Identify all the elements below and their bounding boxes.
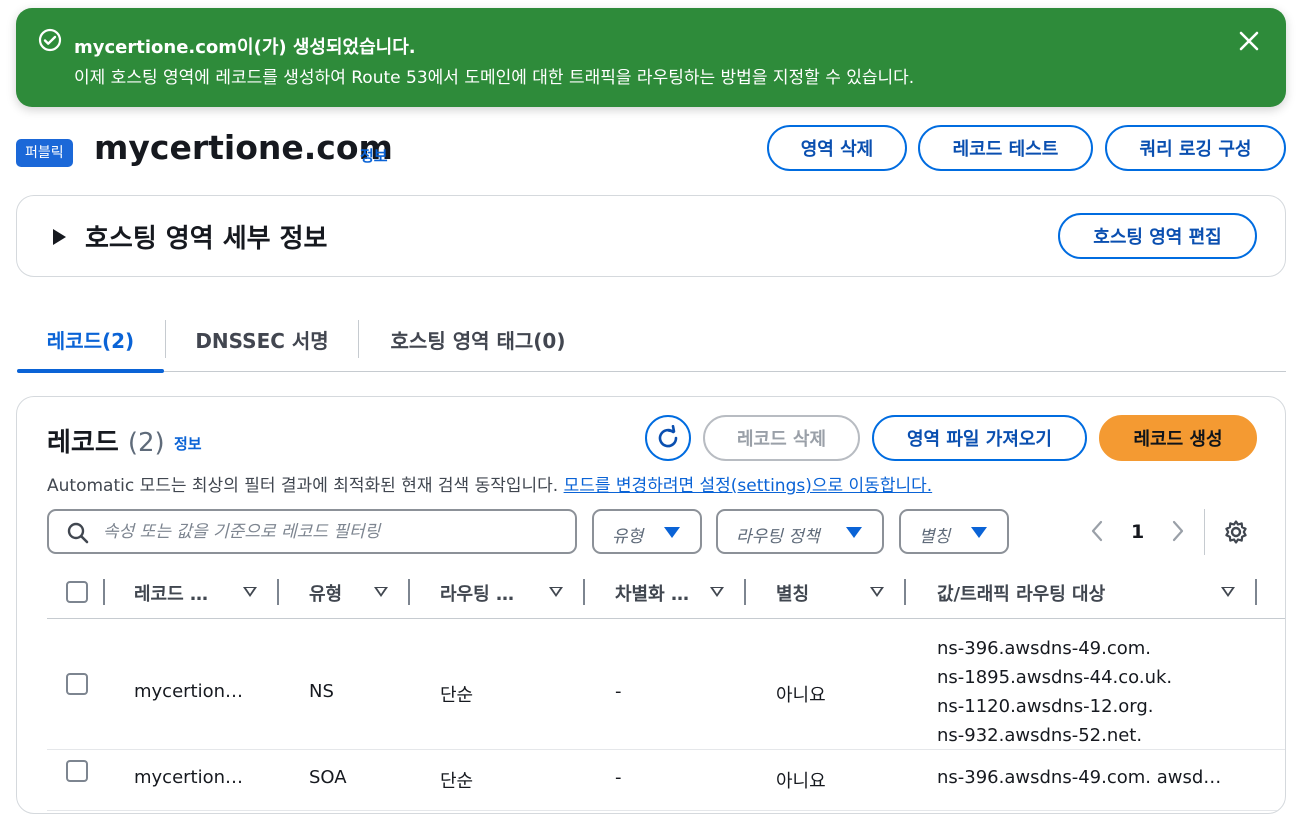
check-circle-icon [38, 28, 62, 52]
details-heading[interactable]: 호스팅 영역 세부 정보 [85, 218, 327, 255]
settings-link[interactable]: 모드를 변경하려면 설정(settings)으로 이동합니다. [564, 476, 933, 496]
record-name-cell[interactable]: mycertion… [134, 681, 243, 702]
record-filter-search[interactable] [47, 509, 577, 554]
value-line: ns-1120.awsdns-12.org. [937, 696, 1154, 717]
flash-message: 이제 호스팅 영역에 레코드를 생성하여 Route 53에서 도메인에 대한 … [74, 68, 915, 88]
record-type-cell: NS [309, 681, 334, 702]
search-icon [67, 522, 89, 544]
column-header-record-name[interactable]: 레코드 … [134, 567, 208, 619]
flash-title: mycertione.com이(가) 생성되었습니다. [74, 37, 416, 58]
public-badge: 퍼블릭 [16, 139, 73, 167]
caret-down-icon [664, 527, 680, 538]
column-separator[interactable] [277, 579, 279, 605]
query-logging-button[interactable]: 쿼리 로깅 구성 [1105, 125, 1286, 171]
search-mode-description: Automatic 모드는 최상의 필터 결과에 최적화된 현재 검색 동작입니… [47, 471, 932, 496]
record-name-cell[interactable]: mycertion… [134, 767, 243, 788]
alias-filter-select[interactable]: 별칭 [899, 509, 1009, 554]
records-count: (2) [127, 428, 165, 458]
select-all-checkbox[interactable] [66, 581, 88, 603]
differentiator-cell: - [615, 681, 622, 702]
value-line: ns-396.awsdns-49.com. awsd… [937, 767, 1222, 788]
table-row[interactable]: mycertion… SOA 단순 - 아니요 ns-396.awsdns-49… [47, 751, 1285, 811]
sort-icon[interactable] [549, 587, 563, 597]
tab-records[interactable]: 레코드(2) [17, 308, 164, 373]
refresh-button[interactable] [645, 415, 691, 461]
column-header-type[interactable]: 유형 [309, 567, 342, 619]
page-number[interactable]: 1 [1131, 521, 1144, 543]
edit-hosted-zone-button[interactable]: 호스팅 영역 편집 [1058, 213, 1257, 259]
gear-icon[interactable] [1223, 519, 1249, 545]
routing-policy-filter-label: 라우팅 정책 [736, 527, 820, 547]
page-title: mycertione.com [94, 128, 393, 167]
expand-caret-icon[interactable] [53, 229, 66, 245]
column-separator[interactable] [1255, 579, 1257, 605]
column-header-value[interactable]: 값/트래픽 라우팅 대상 [937, 567, 1105, 619]
hosted-zone-details-panel: 호스팅 영역 세부 정보 호스팅 영역 편집 [16, 195, 1286, 277]
test-record-button[interactable]: 레코드 테스트 [918, 125, 1093, 171]
import-zone-file-button[interactable]: 영역 파일 가져오기 [872, 415, 1087, 461]
differentiator-cell: - [615, 767, 622, 788]
tab-bar: 레코드(2) DNSSEC 서명 호스팅 영역 태그(0) [17, 308, 1286, 373]
column-separator[interactable] [583, 579, 585, 605]
column-header-differentiator[interactable]: 차별화 … [615, 567, 689, 619]
column-header-routing[interactable]: 라우팅 … [440, 567, 514, 619]
caret-down-icon [971, 527, 987, 538]
routing-policy-filter-select[interactable]: 라우팅 정책 [716, 509, 884, 554]
close-icon[interactable] [1238, 30, 1260, 52]
value-line: ns-1895.awsdns-44.co.uk. [937, 667, 1173, 688]
value-cell: ns-396.awsdns-49.com. awsd… [937, 763, 1221, 792]
search-input[interactable] [103, 519, 563, 545]
routing-policy-cell: 단순 [440, 771, 474, 792]
column-separator[interactable] [744, 579, 746, 605]
refresh-icon [658, 425, 678, 448]
column-separator[interactable] [904, 579, 906, 605]
record-type-cell: SOA [309, 767, 347, 788]
value-line: ns-932.awsdns-52.net. [937, 725, 1143, 746]
table-row[interactable]: mycertion… NS 단순 - 아니요 ns-396.awsdns-49.… [47, 620, 1285, 750]
create-record-button[interactable]: 레코드 생성 [1099, 415, 1257, 461]
delete-record-button[interactable]: 레코드 삭제 [703, 415, 860, 461]
success-flash-banner: mycertione.com이(가) 생성되었습니다. 이제 호스팅 영역에 레… [16, 8, 1286, 107]
tab-dnssec[interactable]: DNSSEC 서명 [166, 308, 358, 371]
chevron-right-icon[interactable] [1168, 519, 1188, 543]
records-heading: 레코드 (2) [47, 422, 165, 459]
alias-filter-label: 별칭 [919, 527, 951, 547]
sort-icon[interactable] [374, 587, 388, 597]
column-separator [103, 579, 105, 605]
alias-cell: 아니요 [776, 771, 826, 792]
search-mode-text: Automatic 모드는 최상의 필터 결과에 최적화된 현재 검색 동작입니… [47, 476, 559, 496]
sort-icon[interactable] [710, 587, 724, 597]
records-title: 레코드 [47, 428, 119, 458]
alias-cell: 아니요 [776, 685, 826, 706]
routing-policy-cell: 단순 [440, 685, 474, 706]
caret-down-icon [846, 527, 862, 538]
tab-zone-tags[interactable]: 호스팅 영역 태그(0) [359, 308, 597, 371]
row-checkbox[interactable] [66, 673, 88, 695]
pagination-divider [1204, 509, 1205, 555]
row-checkbox[interactable] [66, 760, 88, 782]
sort-icon[interactable] [243, 587, 257, 597]
value-cell: ns-396.awsdns-49.com. ns-1895.awsdns-44.… [937, 634, 1172, 750]
column-header-alias[interactable]: 별칭 [776, 567, 809, 619]
type-filter-select[interactable]: 유형 [592, 509, 702, 554]
value-line: ns-396.awsdns-49.com. [937, 638, 1151, 659]
records-table-header: 레코드 … 유형 라우팅 … 차별화 … 별칭 값/트래픽 라우팅 대상 [47, 567, 1285, 619]
type-filter-label: 유형 [612, 527, 644, 547]
chevron-left-icon[interactable] [1087, 519, 1107, 543]
records-container: 레코드 (2) 정보 레코드 삭제 영역 파일 가져오기 레코드 생성 Auto… [16, 396, 1286, 814]
sort-icon[interactable] [870, 587, 884, 597]
delete-zone-button[interactable]: 영역 삭제 [767, 125, 907, 171]
header-info-link[interactable]: 정보 [360, 145, 388, 166]
column-separator[interactable] [408, 579, 410, 605]
sort-icon[interactable] [1221, 587, 1235, 597]
records-info-link[interactable]: 정보 [174, 433, 202, 454]
